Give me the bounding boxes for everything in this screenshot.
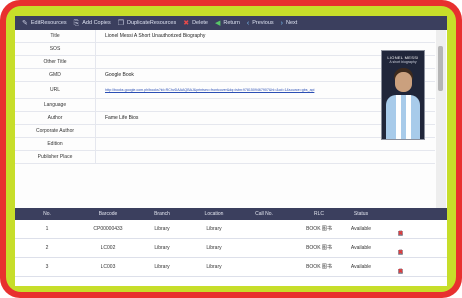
row-location: Library (206, 264, 222, 270)
field-label-edition: Edition (15, 138, 96, 150)
field-label-author: Author (15, 112, 96, 124)
col-header-no: No. (43, 211, 51, 217)
next-icon: › (280, 19, 283, 27)
edit-resources-label: EditResources (30, 20, 67, 26)
col-header-barcode: Barcode (98, 211, 118, 217)
field-row-url: URL http://books.google.com.ph/books?id=… (15, 82, 435, 99)
book-cover-subtitle: A short biography (389, 60, 417, 64)
table-row[interactable]: 1 CP00000433 Library Library BOOK 图书 Ava… (15, 220, 447, 239)
delete-copy-icon[interactable]: ✖ (397, 244, 404, 256)
row-barcode: CP00000433 (93, 226, 123, 232)
previous-button[interactable]: ‹ Previous (247, 20, 274, 27)
row-no: 3 (45, 264, 49, 270)
field-value-title: Lionel Messi A Short Unauthorized Biogra… (105, 33, 206, 39)
add-copies-label: Add Copies (82, 20, 111, 26)
next-label: Next (285, 20, 298, 26)
delete-copy-icon[interactable]: ✖ (397, 263, 404, 275)
row-branch: Library (154, 245, 170, 251)
copies-table-header: No. Barcode Branch Location Call No. RLC… (15, 208, 447, 220)
row-rlc: BOOK 图书 (306, 264, 332, 270)
field-row-edition: Edition (15, 138, 435, 151)
duplicate-icon: ❐ (117, 19, 124, 27)
row-status: Available (350, 245, 372, 251)
field-row-author: Author Fame Life Bios (15, 112, 435, 125)
resource-detail-panel: Title Lionel Messi A Short Unauthorized … (15, 30, 447, 208)
table-row[interactable]: 2 LC002 Library Library BOOK 图书 Availabl… (15, 239, 447, 258)
row-barcode: LC003 (100, 264, 116, 270)
row-rlc: BOOK 图书 (306, 245, 332, 251)
col-header-branch: Branch (154, 211, 170, 217)
copy-icon: ⎘ (73, 19, 80, 27)
return-label: Return (223, 20, 240, 26)
row-status: Available (350, 226, 372, 232)
field-label-corporate-author: Corporate Author (15, 125, 96, 137)
duplicate-resources-label: DuplicateResources (126, 20, 177, 26)
field-row-publisher-place: Publisher Place (15, 151, 435, 164)
table-row[interactable]: 3 LC003 Library Library BOOK 图书 Availabl… (15, 258, 447, 277)
detail-scrollbar[interactable] (436, 30, 446, 208)
field-label-publisher-place: Publisher Place (15, 151, 96, 163)
return-button[interactable]: ◀ Return (215, 20, 240, 27)
previous-icon: ‹ (246, 19, 250, 27)
field-value-gmd: Google Book (105, 72, 134, 78)
row-barcode: LC002 (100, 245, 116, 251)
edit-resources-button[interactable]: ✎ EditResources (22, 20, 67, 27)
field-row-gmd: GMD Google Book (15, 69, 435, 82)
field-label-language: Language (15, 99, 96, 111)
col-header-status: Status (353, 211, 369, 217)
row-no: 1 (45, 226, 49, 232)
edit-icon: ✎ (22, 19, 28, 27)
field-value-url-link[interactable]: http://books.google.com.ph/books?id=RChv… (105, 82, 314, 94)
delete-button[interactable]: ✖ Delete (183, 20, 208, 27)
book-cover-image: LIONEL MESSI A short biography (381, 50, 425, 140)
field-label-url: URL (15, 82, 96, 98)
previous-label: Previous (252, 20, 274, 26)
row-branch: Library (154, 264, 170, 270)
row-no: 2 (45, 245, 49, 251)
scrollbar-thumb[interactable] (438, 46, 443, 91)
field-label-sos: SOS (15, 43, 96, 55)
row-location: Library (206, 226, 222, 232)
cover-portrait-shirt (386, 95, 420, 139)
row-status: Available (350, 264, 372, 270)
field-label-other-title: Other Title (15, 56, 96, 68)
add-copies-button[interactable]: ⎘ Add Copies (74, 20, 111, 27)
duplicate-resources-button[interactable]: ❐ DuplicateResources (118, 20, 177, 27)
field-row-other-title: Other Title (15, 56, 435, 69)
field-row-sos: SOS (15, 43, 435, 56)
field-row-corporate-author: Corporate Author (15, 125, 435, 138)
return-icon: ◀ (214, 19, 221, 27)
cover-portrait-face (395, 72, 412, 92)
field-label-gmd: GMD (15, 69, 96, 81)
delete-copy-icon[interactable]: ✖ (397, 225, 404, 237)
app-screen: ✎ EditResources ⎘ Add Copies ❐ Duplicate… (15, 16, 447, 286)
delete-icon: ✖ (183, 19, 190, 27)
field-row-title: Title Lionel Messi A Short Unauthorized … (15, 30, 435, 43)
cover-shirt-stripe (396, 95, 401, 139)
next-button[interactable]: › Next (281, 20, 298, 27)
field-label-title: Title (15, 30, 96, 42)
row-rlc: BOOK 图书 (306, 226, 332, 232)
col-header-rlc: RLC (313, 211, 324, 217)
field-row-language: Language (15, 99, 435, 112)
field-value-author: Fame Life Bios (105, 115, 139, 121)
col-header-call-no: Call No. (255, 211, 273, 217)
row-branch: Library (154, 226, 170, 232)
delete-label: Delete (192, 20, 208, 26)
cover-shirt-stripe (406, 95, 411, 139)
row-location: Library (206, 245, 222, 251)
toolbar: ✎ EditResources ⎘ Add Copies ❐ Duplicate… (15, 16, 447, 30)
col-header-location: Location (204, 211, 224, 217)
